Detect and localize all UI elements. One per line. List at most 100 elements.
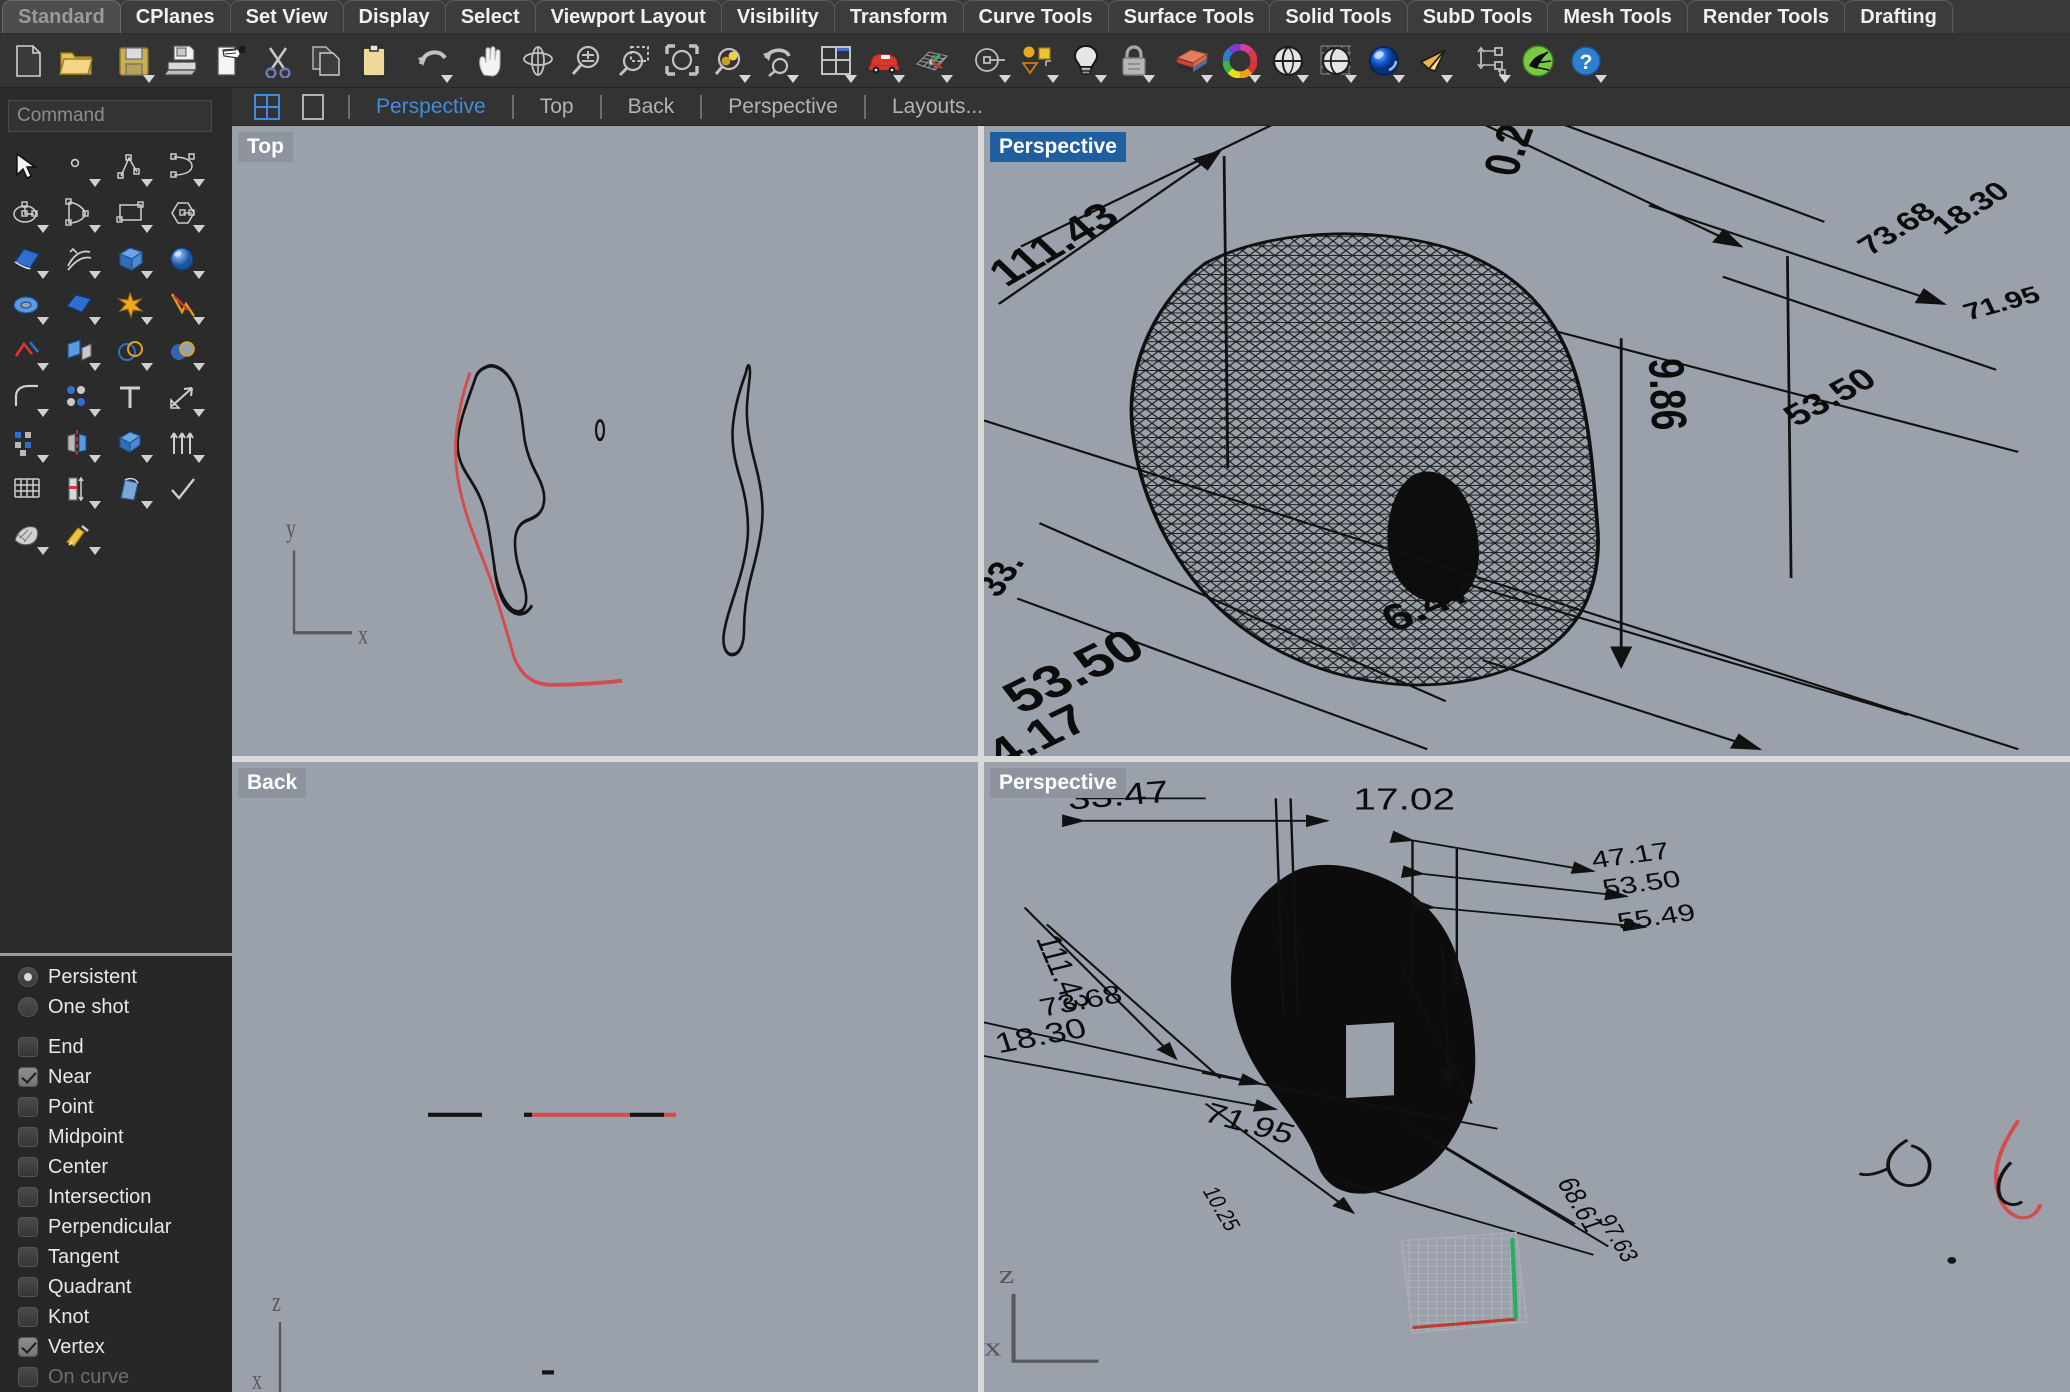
cplane-grid-icon[interactable] xyxy=(908,37,956,85)
text-tool[interactable] xyxy=(108,374,154,420)
checkbox-indicator[interactable] xyxy=(18,1277,38,1297)
open-folder-icon[interactable] xyxy=(52,37,100,85)
single-view-layout-icon[interactable] xyxy=(296,92,330,122)
dropdown-arrow-icon[interactable] xyxy=(1095,74,1107,83)
checkbox-indicator[interactable] xyxy=(18,1037,38,1057)
lock-icon[interactable] xyxy=(1110,37,1158,85)
dropdown-arrow-icon[interactable] xyxy=(89,455,101,463)
osnap-center[interactable]: Center xyxy=(18,1152,232,1182)
dropdown-arrow-icon[interactable] xyxy=(1249,74,1261,83)
select-arrow-tool[interactable] xyxy=(4,144,50,190)
dropdown-arrow-icon[interactable] xyxy=(1499,74,1511,83)
viewport-perspective-active-label[interactable]: Perspective xyxy=(990,132,1126,162)
undo-view-change-icon[interactable] xyxy=(754,37,802,85)
checkbox-indicator[interactable] xyxy=(18,1067,38,1087)
surface-patch-tool[interactable] xyxy=(56,282,102,328)
dropdown-arrow-icon[interactable] xyxy=(739,74,751,83)
osnap-near[interactable]: Near xyxy=(18,1062,232,1092)
save-icon[interactable] xyxy=(110,37,158,85)
dropdown-arrow-icon[interactable] xyxy=(1297,74,1309,83)
grasshopper-icon[interactable] xyxy=(1514,37,1562,85)
new-file-icon[interactable] xyxy=(4,37,52,85)
rendered-sphere-icon[interactable] xyxy=(1360,37,1408,85)
dropdown-arrow-icon[interactable] xyxy=(89,317,101,325)
dropdown-arrow-icon[interactable] xyxy=(37,409,49,417)
checkbox-indicator[interactable] xyxy=(18,1307,38,1327)
four-view-layout-icon[interactable] xyxy=(250,92,284,122)
radio-indicator[interactable] xyxy=(18,997,38,1017)
bend-tool[interactable] xyxy=(108,466,154,512)
dropdown-arrow-icon[interactable] xyxy=(1345,74,1357,83)
radio-indicator[interactable] xyxy=(18,967,38,987)
undo-icon[interactable] xyxy=(408,37,456,85)
zoom-extents-icon[interactable] xyxy=(658,37,706,85)
surface-from-curve-tool[interactable] xyxy=(4,236,50,282)
analysis-tool[interactable] xyxy=(56,466,102,512)
dropdown-arrow-icon[interactable] xyxy=(193,271,205,279)
curve-tool[interactable] xyxy=(56,190,102,236)
dropdown-arrow-icon[interactable] xyxy=(141,501,153,509)
dropdown-arrow-icon[interactable] xyxy=(37,547,49,555)
ribbon-tab-curve-tools[interactable]: Curve Tools xyxy=(962,0,1109,33)
dropdown-arrow-icon[interactable] xyxy=(89,409,101,417)
zoom-selected-icon[interactable] xyxy=(706,37,754,85)
extrude-tool[interactable] xyxy=(56,328,102,374)
print-icon[interactable] xyxy=(158,37,206,85)
ribbon-tab-transform[interactable]: Transform xyxy=(833,0,964,33)
point-tool[interactable] xyxy=(56,144,102,190)
dropdown-arrow-icon[interactable] xyxy=(1143,74,1155,83)
dropdown-arrow-icon[interactable] xyxy=(193,363,205,371)
dropdown-arrow-icon[interactable] xyxy=(37,363,49,371)
paint-tool[interactable] xyxy=(56,512,102,558)
checkbox-indicator[interactable] xyxy=(18,1127,38,1147)
ghosted-sphere-icon[interactable] xyxy=(1312,37,1360,85)
ribbon-tab-render-tools[interactable]: Render Tools xyxy=(1686,0,1846,33)
osnap-mode-persistent[interactable]: Persistent xyxy=(18,962,232,992)
dropdown-arrow-icon[interactable] xyxy=(141,363,153,371)
osnap-quadrant[interactable]: Quadrant xyxy=(18,1272,232,1302)
zoom-in-out-icon[interactable] xyxy=(562,37,610,85)
ribbon-tab-set-view[interactable]: Set View xyxy=(229,0,344,33)
trim-tool[interactable] xyxy=(160,282,206,328)
polyline-tool[interactable] xyxy=(108,144,154,190)
osnap-end[interactable]: End xyxy=(18,1032,232,1062)
torus-tool[interactable] xyxy=(4,282,50,328)
paste-clipboard-icon[interactable] xyxy=(350,37,398,85)
dropdown-arrow-icon[interactable] xyxy=(999,74,1011,83)
dropdown-arrow-icon[interactable] xyxy=(193,409,205,417)
dropdown-arrow-icon[interactable] xyxy=(141,317,153,325)
dropdown-arrow-icon[interactable] xyxy=(141,455,153,463)
checkbox-indicator[interactable] xyxy=(18,1247,38,1267)
ribbon-tab-select[interactable]: Select xyxy=(444,0,536,33)
osnap-mode-one-shot[interactable]: One shot xyxy=(18,992,232,1022)
rotate-view-icon[interactable] xyxy=(514,37,562,85)
object-snap-icon[interactable] xyxy=(966,37,1014,85)
viewport-back[interactable]: Back z x xyxy=(232,762,978,1392)
dropdown-arrow-icon[interactable] xyxy=(1441,74,1453,83)
dropdown-arrow-icon[interactable] xyxy=(893,74,905,83)
dropdown-arrow-icon[interactable] xyxy=(141,271,153,279)
dropdown-arrow-icon[interactable] xyxy=(37,271,49,279)
rectangle-tool[interactable] xyxy=(108,190,154,236)
light-bulb-icon[interactable] xyxy=(1062,37,1110,85)
sphere-tool[interactable] xyxy=(160,236,206,282)
layers-icon[interactable] xyxy=(1014,37,1062,85)
osnap-midpoint[interactable]: Midpoint xyxy=(18,1122,232,1152)
dropdown-arrow-icon[interactable] xyxy=(89,547,101,555)
ribbon-tab-viewport-layout[interactable]: Viewport Layout xyxy=(534,0,722,33)
dropdown-arrow-icon[interactable] xyxy=(37,317,49,325)
dropdown-arrow-icon[interactable] xyxy=(89,363,101,371)
osnap-intersection[interactable]: Intersection xyxy=(18,1182,232,1212)
osnap-perpendicular[interactable]: Perpendicular xyxy=(18,1212,232,1242)
dropdown-arrow-icon[interactable] xyxy=(787,74,799,83)
checkbox-indicator[interactable] xyxy=(18,1097,38,1117)
dropdown-arrow-icon[interactable] xyxy=(193,225,205,233)
dropdown-arrow-icon[interactable] xyxy=(37,225,49,233)
dropdown-arrow-icon[interactable] xyxy=(193,455,205,463)
offset-tool[interactable] xyxy=(56,374,102,420)
dropdown-arrow-icon[interactable] xyxy=(441,74,453,83)
dropdown-arrow-icon[interactable] xyxy=(37,455,49,463)
polygon-tool[interactable] xyxy=(160,190,206,236)
viewport-layout-icon[interactable] xyxy=(812,37,860,85)
dimension-icon[interactable] xyxy=(1466,37,1514,85)
